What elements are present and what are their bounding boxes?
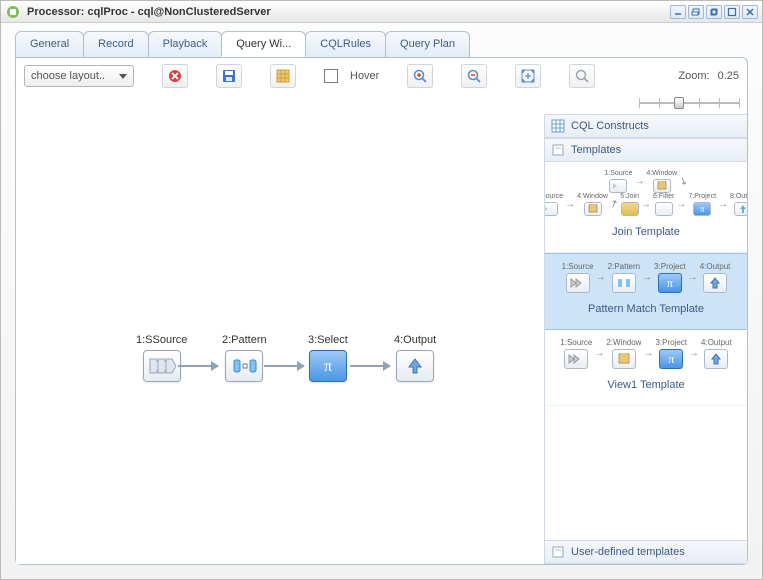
layout-dropdown-label: choose layout..	[31, 70, 105, 82]
node-ssource[interactable]: 1:SSource	[136, 334, 187, 382]
pattern-icon	[225, 350, 263, 382]
flow-arrow	[178, 365, 218, 367]
maximize-button[interactable]	[724, 5, 740, 19]
grid-button[interactable]	[270, 64, 296, 88]
chevron-down-icon	[119, 74, 127, 79]
minimize-button[interactable]	[670, 5, 686, 19]
tab-general[interactable]: General	[15, 31, 84, 57]
tab-content: choose layout.. Hover Zoom: 0.25	[15, 57, 748, 565]
window-controls	[670, 5, 758, 19]
template-view1[interactable]: 1:Source → 2:Window → 3:Projectπ → 4:Out…	[545, 330, 747, 406]
search-button[interactable]	[569, 64, 595, 88]
zoom-out-button[interactable]	[461, 64, 487, 88]
panel-title: User-defined templates	[571, 546, 685, 558]
user-templates-header[interactable]: User-defined templates	[545, 540, 747, 564]
hover-label: Hover	[350, 70, 379, 82]
workspace: 1:SSource 2:Pattern 3:Select π 4:Output	[16, 114, 747, 564]
node-label: 3:Select	[308, 334, 348, 346]
titlebar: Processor: cqlProc - cql@NonClusteredSer…	[1, 1, 762, 23]
app-window: Processor: cqlProc - cql@NonClusteredSer…	[0, 0, 763, 580]
templates-header[interactable]: Templates	[545, 138, 747, 162]
output-icon	[396, 350, 434, 382]
grid-icon	[551, 119, 565, 133]
node-pattern[interactable]: 2:Pattern	[222, 334, 267, 382]
app-icon	[5, 4, 21, 20]
zoom-value: 0.25	[718, 70, 739, 82]
template-icon	[551, 143, 565, 157]
zoom-in-button[interactable]	[407, 64, 433, 88]
delete-button[interactable]	[162, 64, 188, 88]
node-label: 1:SSource	[136, 334, 187, 346]
template-join[interactable]: 1:Source → 4:Window ↘ 1:Source → 4:Windo…	[545, 162, 747, 253]
tab-query-wizard[interactable]: Query Wi...	[221, 31, 306, 57]
window-title: Processor: cqlProc - cql@NonClusteredSer…	[27, 6, 670, 18]
constructs-header[interactable]: CQL Constructs	[545, 114, 747, 138]
tab-record[interactable]: Record	[83, 31, 148, 57]
fit-button[interactable]	[515, 64, 541, 88]
source-icon	[143, 350, 181, 382]
template-pattern-match[interactable]: 1:Source → 2:Pattern → 3:Projectπ → 4:Ou…	[545, 253, 747, 330]
flow-arrow	[264, 365, 304, 367]
zoom-area: Zoom: 0.25	[678, 70, 739, 82]
panel-title: CQL Constructs	[571, 120, 649, 132]
node-select[interactable]: 3:Select π	[308, 334, 348, 382]
select-icon: π	[309, 350, 347, 382]
template-icon	[551, 545, 565, 559]
restore-down-button[interactable]	[688, 5, 704, 19]
restore-button[interactable]	[706, 5, 722, 19]
toolbar: choose layout.. Hover Zoom: 0.25	[16, 58, 747, 94]
template-title: Pattern Match Template	[549, 303, 743, 315]
node-output[interactable]: 4:Output	[394, 334, 436, 382]
zoom-label: Zoom:	[678, 70, 709, 82]
layout-dropdown[interactable]: choose layout..	[24, 65, 134, 87]
side-panel: CQL Constructs Templates 1:Source → 4:Wi…	[544, 114, 747, 564]
tab-query-plan[interactable]: Query Plan	[385, 31, 470, 57]
node-label: 4:Output	[394, 334, 436, 346]
templates-list: 1:Source → 4:Window ↘ 1:Source → 4:Windo…	[545, 162, 747, 540]
node-label: 2:Pattern	[222, 334, 267, 346]
close-button[interactable]	[742, 5, 758, 19]
tabbar: General Record Playback Query Wi... CQLR…	[1, 23, 762, 57]
template-title: Join Template	[549, 226, 743, 238]
zoom-slider[interactable]	[639, 94, 739, 112]
template-title: View1 Template	[549, 379, 743, 391]
tab-cqlrules[interactable]: CQLRules	[305, 31, 386, 57]
hover-checkbox[interactable]	[324, 69, 338, 83]
save-button[interactable]	[216, 64, 242, 88]
flow-arrow	[350, 365, 390, 367]
svg-text:π: π	[324, 358, 332, 375]
tab-playback[interactable]: Playback	[148, 31, 223, 57]
panel-title: Templates	[571, 144, 621, 156]
canvas[interactable]: 1:SSource 2:Pattern 3:Select π 4:Output	[16, 114, 544, 564]
